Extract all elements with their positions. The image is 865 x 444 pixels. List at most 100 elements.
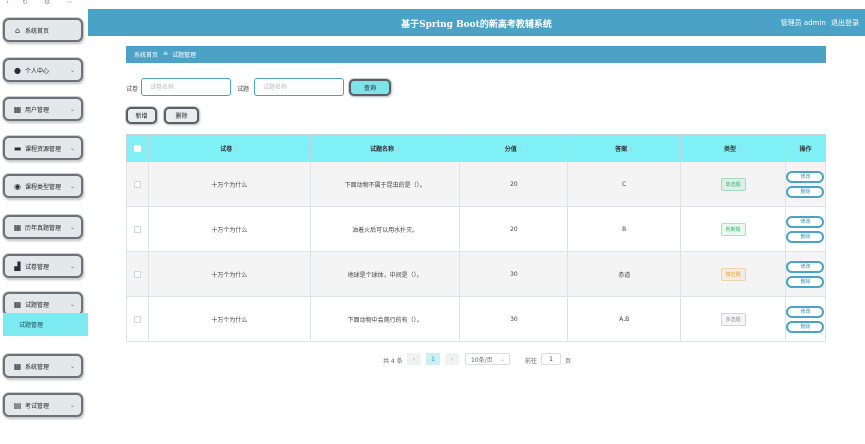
page-size-value: 10条/页 — [471, 356, 493, 364]
sidebar-item[interactable]: ▤ 考试管理 ⌄ — [3, 393, 83, 417]
chart-icon: ▟ — [14, 261, 21, 271]
table-row[interactable]: 十万个为什么 下面动物中会爬行的有（）。 30 A,B 多选题 修改 删除 — [126, 296, 827, 342]
actions-cell: 修改 删除 — [784, 296, 827, 342]
type-tag: 判断题 — [720, 222, 746, 236]
sort-icon[interactable]: ⇕ — [738, 147, 742, 153]
column-header-paper[interactable]: 试卷 ⇕ — [147, 134, 311, 162]
edit-button[interactable]: 修改 — [786, 260, 825, 273]
sidebar-item[interactable]: ◉ 课程类型管理 ⌄ — [3, 174, 83, 198]
logout-link[interactable]: 退出登录 — [831, 19, 859, 27]
paper-cell: 十万个为什么 — [147, 296, 311, 342]
column-header-answer[interactable]: 答案 ⇕ — [567, 134, 682, 162]
sidebar-item-label: 个人中心 — [25, 67, 50, 75]
batch-delete-button[interactable]: 删除 — [164, 107, 199, 124]
row-select-cell — [126, 251, 149, 297]
chevron-down-icon: ⌄ — [69, 301, 75, 308]
row-checkbox[interactable] — [133, 225, 141, 233]
table-row[interactable]: 十万个为什么 地球是个球体，中间是（）。 30 赤道 填空题 修改 删除 — [126, 251, 827, 297]
column-header-type[interactable]: 类型 ⇕ — [680, 134, 786, 162]
row-select-cell — [126, 206, 149, 252]
pagination-prev-button[interactable]: ‹ — [407, 353, 421, 365]
sidebar-subitem-question-manage[interactable]: 试题管理 — [3, 313, 88, 336]
table-row[interactable]: 十万个为什么 下面动物不属于昆虫的是（）。 20 C 单选题 修改 删除 — [126, 161, 827, 207]
edit-button[interactable]: 修改 — [786, 170, 825, 183]
edit-button[interactable]: 修改 — [786, 305, 825, 318]
monitor-icon: ▬ — [13, 143, 22, 153]
sort-icon[interactable]: ⇕ — [519, 147, 523, 153]
table-row[interactable]: 十万个为什么 油着火后可以用水扑灭。 20 B 判断题 修改 删除 — [126, 206, 827, 252]
sidebar-subitem-label: 试题管理 — [19, 322, 44, 329]
sidebar-item[interactable]: ▬ 课程资源管理 ⌄ — [3, 136, 83, 160]
select-all-checkbox[interactable] — [133, 144, 141, 152]
type-cell: 单选题 — [680, 161, 786, 207]
answer-cell: 赤道 — [567, 251, 682, 297]
question-search-input[interactable] — [254, 78, 344, 96]
delete-button[interactable]: 删除 — [786, 230, 825, 243]
column-header-question[interactable]: 试题名称 ⇕ — [309, 134, 461, 162]
question-cell: 地球是个球体，中间是（）。 — [309, 251, 461, 297]
refresh-icon[interactable]: ↻ — [22, 0, 28, 7]
settings-icon[interactable]: ⚙ — [44, 0, 50, 7]
app-title: 基于Spring Boot的新高考教辅系统 — [401, 20, 552, 30]
app-root: ‹ ↻ ⚙ ⋯ ⌂ 系统首页 ● 个人中心 ⌄ ▦ 用户管理 ⌄ ▬ 课程资源管理 ⌄ ◉ 课程类型管理… — [0, 0, 865, 444]
sidebar-item[interactable]: ⌂ 系统首页 — [3, 18, 83, 42]
delete-button[interactable]: 删除 — [786, 275, 825, 288]
answer-cell: C — [567, 161, 682, 207]
sidebar-item-label: 课程类型管理 — [25, 183, 62, 191]
goto-page-input[interactable]: 1 — [541, 353, 561, 365]
goto-label: 前往 — [525, 358, 538, 365]
chevron-down-icon: ⌄ — [499, 355, 505, 363]
edit-button[interactable]: 修改 — [786, 215, 825, 228]
column-header-actions: 操作 — [784, 134, 827, 162]
sort-icon[interactable]: ⇕ — [396, 147, 400, 153]
more-icon[interactable]: ⋯ — [66, 0, 73, 7]
query-button[interactable]: 查询 — [349, 79, 391, 96]
sidebar-item[interactable]: ● 个人中心 ⌄ — [3, 58, 83, 82]
grid-icon: ▦ — [13, 104, 22, 114]
sidebar-item[interactable]: ▦ 系统管理 ⌄ — [3, 354, 83, 378]
row-checkbox[interactable] — [133, 180, 141, 188]
sort-icon[interactable]: ⇕ — [234, 147, 238, 153]
location-icon: ◉ — [14, 181, 21, 191]
add-button[interactable]: 新增 — [126, 107, 157, 124]
delete-button[interactable]: 删除 — [786, 320, 825, 333]
pagination-total: 共 4 条 — [383, 358, 403, 365]
browser-toolbar: ‹ ↻ ⚙ ⋯ — [0, 0, 865, 9]
sort-icon[interactable]: ⇕ — [629, 147, 633, 153]
question-cell: 下面动物中会爬行的有（）。 — [309, 296, 461, 342]
page-size-select[interactable]: 10条/页 ⌄ — [465, 353, 510, 365]
sidebar-item-label: 试卷管理 — [25, 263, 50, 271]
question-label: 试题 — [237, 86, 250, 93]
user-label: 管理员 admin — [780, 19, 826, 27]
row-select-cell — [126, 296, 149, 342]
type-cell: 多选题 — [680, 296, 786, 342]
pagination-next-button[interactable]: › — [445, 353, 459, 365]
pagination-page-1[interactable]: 1 — [426, 353, 440, 365]
sidebar-item[interactable]: ▦ 用户管理 ⌄ — [3, 97, 83, 121]
question-cell: 油着火后可以用水扑灭。 — [309, 206, 461, 252]
breadcrumb-separator: ≡ — [163, 50, 169, 57]
column-header-score[interactable]: 分值 ⇕ — [459, 134, 569, 162]
sidebar-item[interactable]: ▦ 历年真题管理 ⌄ — [3, 215, 83, 239]
chevron-down-icon: ⌄ — [69, 106, 75, 113]
page-unit-label: 页 — [565, 358, 572, 365]
grid-icon: ▦ — [13, 222, 22, 232]
back-icon[interactable]: ‹ — [6, 0, 9, 7]
sidebar-item-label: 课程资源管理 — [25, 145, 62, 153]
select-all-cell[interactable] — [126, 134, 149, 162]
chevron-down-icon: ⌄ — [69, 145, 75, 152]
chevron-down-icon: ⌄ — [69, 67, 75, 74]
row-checkbox[interactable] — [133, 270, 141, 278]
sidebar-item-label: 考试管理 — [25, 402, 50, 410]
type-tag: 单选题 — [720, 177, 746, 191]
type-cell: 判断题 — [680, 206, 786, 252]
chevron-down-icon: ⌄ — [69, 363, 75, 370]
breadcrumb-home[interactable]: 系统首页 — [134, 50, 158, 59]
grid-icon: ▦ — [13, 299, 22, 309]
paper-search-input[interactable] — [141, 78, 231, 96]
row-checkbox[interactable] — [133, 315, 141, 323]
table-header-row: 试卷 ⇕ 试题名称 ⇕ 分值 ⇕ 答案 ⇕ 类型 ⇕ 操作 — [126, 134, 827, 162]
delete-button[interactable]: 删除 — [786, 185, 825, 198]
sidebar-item[interactable]: ▟ 试卷管理 ⌄ — [3, 254, 83, 278]
top-header: 基于Spring Boot的新高考教辅系统 管理员 admin 退出登录 — [88, 9, 865, 36]
